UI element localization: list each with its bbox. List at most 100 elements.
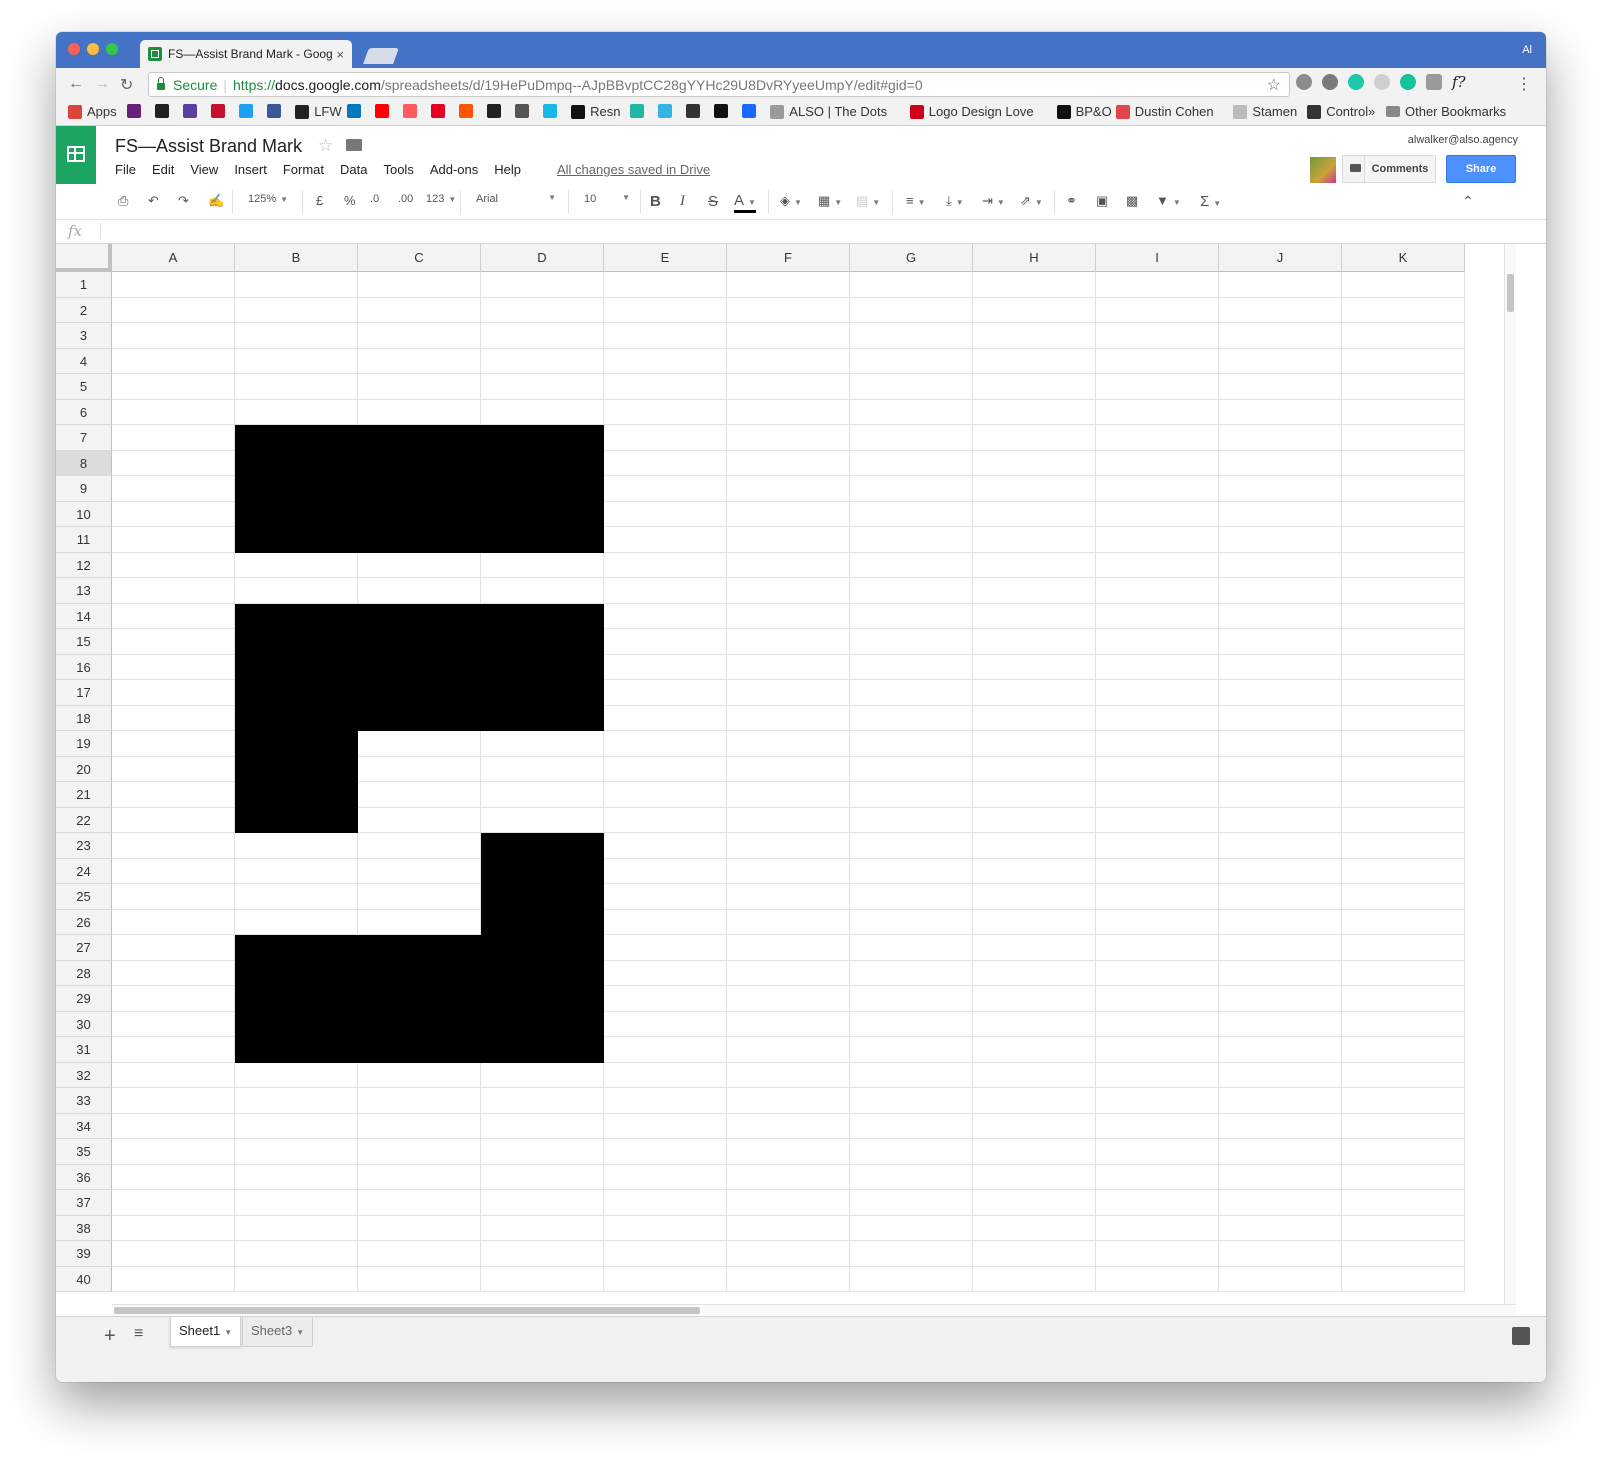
cell-g6[interactable] — [850, 399, 973, 425]
cell-e12[interactable] — [604, 552, 727, 578]
cell-i14[interactable] — [1096, 603, 1219, 629]
cell-a21[interactable] — [112, 782, 235, 808]
cell-e9[interactable] — [604, 476, 727, 502]
cell-f19[interactable] — [727, 731, 850, 757]
cell-f36[interactable] — [727, 1164, 850, 1190]
cell-e13[interactable] — [604, 578, 727, 604]
cell-i27[interactable] — [1096, 935, 1219, 961]
cell-k14[interactable] — [1342, 603, 1465, 629]
increase-decimals-button[interactable]: .00 — [398, 193, 413, 205]
cell-j6[interactable] — [1219, 399, 1342, 425]
menu-tools[interactable]: Tools — [383, 162, 413, 177]
cell-f29[interactable] — [727, 986, 850, 1012]
cell-g30[interactable] — [850, 1011, 973, 1037]
cell-b29[interactable] — [235, 986, 358, 1012]
menu-format[interactable]: Format — [283, 162, 324, 177]
more-formats-select[interactable]: 123 ▼ — [426, 193, 456, 205]
cell-g34[interactable] — [850, 1113, 973, 1139]
cell-j2[interactable] — [1219, 297, 1342, 323]
cell-h32[interactable] — [973, 1062, 1096, 1088]
cell-e39[interactable] — [604, 1241, 727, 1267]
add-sheet-button[interactable]: + — [104, 1325, 116, 1348]
cell-d28[interactable] — [481, 960, 604, 986]
cell-g8[interactable] — [850, 450, 973, 476]
cell-e30[interactable] — [604, 1011, 727, 1037]
cell-f1[interactable] — [727, 272, 850, 298]
row-header[interactable]: 17 — [56, 680, 112, 706]
cell-e27[interactable] — [604, 935, 727, 961]
column-header-j[interactable]: J — [1219, 244, 1342, 272]
cell-j16[interactable] — [1219, 654, 1342, 680]
cell-k37[interactable] — [1342, 1190, 1465, 1216]
cell-k8[interactable] — [1342, 450, 1465, 476]
filter-icon[interactable]: ▼ ▼ — [1156, 193, 1181, 208]
menu-add-ons[interactable]: Add-ons — [430, 162, 478, 177]
row-header[interactable]: 23 — [56, 833, 112, 859]
row-header[interactable]: 1 — [56, 272, 112, 298]
cell-h4[interactable] — [973, 348, 1096, 374]
cell-j20[interactable] — [1219, 756, 1342, 782]
cell-e10[interactable] — [604, 501, 727, 527]
text-wrapping-icon[interactable]: ⇥ ▼ — [982, 193, 1005, 209]
grammarly-icon[interactable] — [1400, 74, 1416, 90]
cell-d13[interactable] — [481, 578, 604, 604]
cell-c17[interactable] — [358, 680, 481, 706]
cell-f40[interactable] — [727, 1266, 850, 1292]
cell-c13[interactable] — [358, 578, 481, 604]
cell-f30[interactable] — [727, 1011, 850, 1037]
currency-button[interactable]: £ — [316, 193, 323, 208]
cell-c40[interactable] — [358, 1266, 481, 1292]
bold-button[interactable]: B — [650, 193, 661, 210]
menu-help[interactable]: Help — [494, 162, 521, 177]
cell-h13[interactable] — [973, 578, 1096, 604]
cell-j8[interactable] — [1219, 450, 1342, 476]
cell-e3[interactable] — [604, 323, 727, 349]
cell-j28[interactable] — [1219, 960, 1342, 986]
sheet-tab[interactable]: Sheet3 ▼ — [242, 1317, 314, 1347]
cell-j9[interactable] — [1219, 476, 1342, 502]
cell-g7[interactable] — [850, 425, 973, 451]
cell-h36[interactable] — [973, 1164, 1096, 1190]
cell-i22[interactable] — [1096, 807, 1219, 833]
cell-f33[interactable] — [727, 1088, 850, 1114]
row-header[interactable]: 4 — [56, 348, 112, 374]
cell-g33[interactable] — [850, 1088, 973, 1114]
cell-d40[interactable] — [481, 1266, 604, 1292]
cell-j40[interactable] — [1219, 1266, 1342, 1292]
cell-f2[interactable] — [727, 297, 850, 323]
cell-j18[interactable] — [1219, 705, 1342, 731]
share-button[interactable]: Share — [1446, 155, 1516, 183]
cell-k27[interactable] — [1342, 935, 1465, 961]
cell-i34[interactable] — [1096, 1113, 1219, 1139]
cell-b37[interactable] — [235, 1190, 358, 1216]
bookmark-23[interactable]: Logo Design Love — [909, 104, 1034, 119]
cell-b25[interactable] — [235, 884, 358, 910]
cell-k29[interactable] — [1342, 986, 1465, 1012]
row-header[interactable]: 33 — [56, 1088, 112, 1114]
bookmark-25[interactable]: Dustin Cohen — [1115, 104, 1214, 119]
cell-b32[interactable] — [235, 1062, 358, 1088]
cell-k34[interactable] — [1342, 1113, 1465, 1139]
cell-a25[interactable] — [112, 884, 235, 910]
cell-h5[interactable] — [973, 374, 1096, 400]
cell-f4[interactable] — [727, 348, 850, 374]
row-header[interactable]: 26 — [56, 909, 112, 935]
cell-k36[interactable] — [1342, 1164, 1465, 1190]
cell-e33[interactable] — [604, 1088, 727, 1114]
cell-d19[interactable] — [481, 731, 604, 757]
cell-a13[interactable] — [112, 578, 235, 604]
horizontal-scroll-thumb[interactable] — [114, 1307, 700, 1314]
cell-d25[interactable] — [481, 884, 604, 910]
row-header[interactable]: 21 — [56, 782, 112, 808]
cell-g2[interactable] — [850, 297, 973, 323]
row-header[interactable]: 16 — [56, 654, 112, 680]
cell-k3[interactable] — [1342, 323, 1465, 349]
cell-g10[interactable] — [850, 501, 973, 527]
bookmark-3[interactable] — [183, 104, 202, 118]
cell-h20[interactable] — [973, 756, 1096, 782]
cell-b28[interactable] — [235, 960, 358, 986]
cell-k23[interactable] — [1342, 833, 1465, 859]
cell-d15[interactable] — [481, 629, 604, 655]
cell-k21[interactable] — [1342, 782, 1465, 808]
cell-g29[interactable] — [850, 986, 973, 1012]
